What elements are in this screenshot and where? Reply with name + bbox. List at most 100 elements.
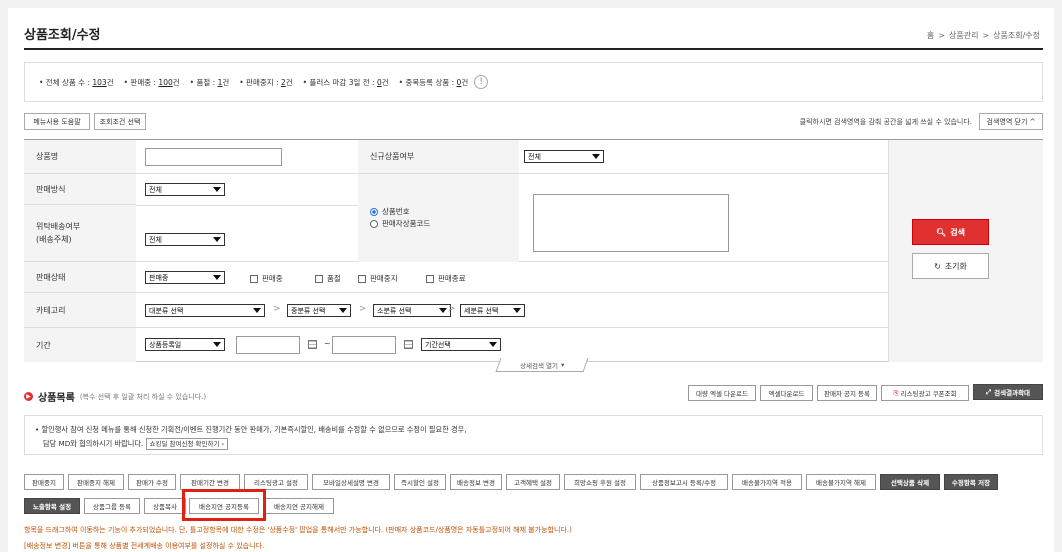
label-category: 카테고리 — [24, 293, 136, 327]
action-display-settings[interactable]: 노출항목 설정 — [24, 498, 80, 514]
summary-plus-deadline: • 플러스 마감 3일 전 : 0건 — [302, 77, 389, 87]
category-detail-select[interactable]: 세분류 선택 — [460, 304, 525, 317]
summary-total-count[interactable]: 103 — [92, 78, 106, 87]
page: 상품조회/수정 홈 > 상품관리 > 상품조회/수정 • 전체 상품 수 : 103건 … — [8, 8, 1054, 552]
row-status: 판매상태 판매중 판매중 품절 판매중지 판매종료 — [24, 262, 888, 293]
label-sale-method: 판매방식 — [24, 174, 136, 205]
seller-notice-button[interactable]: 판매자 공지 등록 — [817, 385, 877, 401]
period-type-select[interactable]: 상품등록일 — [145, 338, 225, 351]
bullet-arrow-icon: ▶ — [24, 392, 33, 401]
more-search-toggle[interactable]: 상세검색 열기 ▾ — [495, 358, 589, 372]
summary-on-sale: • 판매중 : 100건 — [123, 77, 180, 87]
action-mobile-desc[interactable]: 모바일상세설명 변경 — [312, 474, 390, 490]
note-drag: 항목을 드래그하여 이동하는 기능이 추가되었습니다. 단, 틀고정항목에 대한… — [24, 526, 572, 534]
breadcrumb-current: 상품조회/수정 — [993, 31, 1040, 40]
action-copy-product[interactable]: 상품복사 — [144, 498, 186, 514]
radio-unchecked-icon[interactable] — [370, 220, 378, 228]
calendar-icon[interactable] — [308, 340, 317, 349]
label-period: 기간 — [24, 328, 136, 362]
check-suspended[interactable]: 판매중지 — [358, 273, 398, 284]
summary-on-sale-count[interactable]: 100 — [158, 78, 172, 87]
breadcrumb-sep: > — [938, 31, 945, 40]
action-shipping-info[interactable]: 배송정보 변경 — [450, 474, 502, 490]
notice-box: • 할인행사 참여 신청 메뉴를 통해 신청한 기획전/이벤트 진행기간 동안 … — [24, 415, 1043, 455]
bulk-excel-download-button[interactable]: 대량 엑셀 다운로드 — [688, 385, 756, 401]
page-title: 상품조회/수정 — [24, 28, 101, 43]
coupon-icon: ⎘ — [893, 388, 899, 397]
search-form: 상품명 신규상품여부 전체 판매방식 전체 위탁배송여부 (배송주체) 전체 상품… — [24, 139, 1043, 362]
chevron-right-icon: > — [448, 304, 456, 314]
new-product-select[interactable]: 전체 — [524, 150, 604, 163]
row-period: 기간 상품등록일 ~ 기간선택 — [24, 328, 888, 362]
label-new-product: 신규상품여부 — [358, 140, 519, 173]
listing-ad-coupon-button[interactable]: ⎘ 리스팅광고 쿠폰조회 — [881, 385, 969, 401]
breadcrumb: 홈 > 상품관리 > 상품조회/수정 — [925, 30, 1042, 41]
action-suspend[interactable]: 판매중지 — [24, 474, 64, 490]
refresh-icon: ↻ — [934, 261, 941, 271]
collapse-search-button[interactable]: 검색영역 닫기 ^ — [979, 113, 1043, 130]
checkbox-icon — [426, 274, 434, 283]
action-price-edit[interactable]: 판매가 수정 — [128, 474, 176, 490]
sale-method-select[interactable]: 전체 — [145, 183, 225, 196]
action-instant-discount[interactable]: 즉시할인 설정 — [394, 474, 446, 490]
status-select[interactable]: 판매중 — [145, 271, 225, 284]
action-save-edits[interactable]: 수정항목 저장 — [944, 474, 998, 490]
action-delay-notice-release[interactable]: 배송지연 공지해제 — [264, 498, 334, 514]
action-undeliverable-apply[interactable]: 배송불가지역 적용 — [732, 474, 802, 490]
chevron-down-icon: ▾ — [561, 360, 565, 369]
row-category: 카테고리 대분류 선택 > 중분류 선택 > 소분류 선택 > 세분류 선택 — [24, 293, 888, 328]
product-list-title: ▶ 상품목록 (복수 선택 후 일괄 처리 하실 수 있습니다.) — [24, 389, 206, 404]
product-id-textarea[interactable] — [533, 194, 729, 252]
checkbox-icon — [315, 274, 323, 283]
highlight-box — [182, 489, 266, 521]
check-ended[interactable]: 판매종료 — [426, 273, 466, 284]
period-separator: ~ — [324, 339, 331, 348]
action-unsuspend[interactable]: 판매중지 해제 — [68, 474, 124, 490]
title-divider — [24, 48, 1043, 50]
summary-duplicate: • 중복등록 상품 : 0건 — [398, 77, 469, 87]
search-button[interactable]: 🔍︎ 검색 — [912, 219, 989, 245]
action-undeliverable-release[interactable]: 배송불가지역 해제 — [806, 474, 876, 490]
category-large-select[interactable]: 대분류 선택 — [145, 304, 265, 317]
period-select[interactable]: 기간선택 — [421, 338, 501, 351]
breadcrumb-product-mgmt[interactable]: 상품관리 — [949, 31, 978, 40]
radio-seller-code[interactable]: 판매자상품코드 — [370, 218, 430, 230]
breadcrumb-home[interactable]: 홈 — [927, 31, 934, 40]
action-hope-shopping[interactable]: 희망쇼핑 후원 설정 — [564, 474, 636, 490]
radio-product-no[interactable]: 상품번호 — [370, 206, 430, 218]
action-product-info-notice[interactable]: 상품정보고시 등록/수정 — [640, 474, 728, 490]
action-customer-benefit[interactable]: 고객혜택 설정 — [506, 474, 560, 490]
radio-checked-icon[interactable] — [370, 208, 378, 216]
label-consign: 위탁배송여부 (배송주체) — [24, 205, 136, 261]
expand-results-button[interactable]: ⤢ 검색결과확대 — [973, 384, 1043, 400]
id-type-cell: 상품번호 판매자상품코드 — [358, 174, 519, 262]
check-sold-out[interactable]: 품절 — [315, 273, 341, 284]
info-icon[interactable]: ! — [474, 75, 489, 89]
reset-button[interactable]: ↻ 초기화 — [912, 253, 989, 279]
shocking-deal-button[interactable]: 쇼킹딜 참여신청 확인하기 › — [145, 438, 229, 450]
excel-download-button[interactable]: 엑셀다운로드 — [760, 385, 813, 401]
action-group-register[interactable]: 상품그룹 등록 — [84, 498, 140, 514]
note-shipping: [배송정보 변경] 버튼을 통해 상품별 전세계배송 이용여부를 설정하실 수 … — [24, 542, 265, 550]
category-mid-select[interactable]: 중분류 선택 — [287, 304, 351, 317]
category-small-select[interactable]: 소분류 선택 — [373, 304, 451, 317]
product-name-input[interactable] — [145, 148, 282, 166]
action-listing-ad[interactable]: 리스팅광고 설정 — [244, 474, 308, 490]
summary-suspended: • 판매중지 : 2건 — [239, 77, 293, 87]
menu-help-button[interactable]: 메뉴사용 도움말 — [24, 113, 90, 130]
collapse-hint: 클릭하시면 검색영역을 감춰 공간을 넓게 쓰실 수 있습니다. — [799, 118, 972, 126]
action-period-edit[interactable]: 판매기간 변경 — [180, 474, 240, 490]
consign-select[interactable]: 전체 — [145, 233, 225, 246]
search-actions-panel — [888, 140, 1043, 362]
notice-line-1: • 할인행사 참여 신청 메뉴를 통해 신청한 기획전/이벤트 진행기간 동안 … — [35, 425, 467, 434]
action-delete-selected[interactable]: 선택상품 삭제 — [880, 474, 940, 490]
check-on-sale[interactable]: 판매중 — [250, 273, 283, 284]
search-condition-button[interactable]: 조회조건 선택 — [94, 113, 146, 130]
start-date-input[interactable] — [236, 336, 300, 354]
summary-sold-out: • 품절 : 1건 — [189, 77, 230, 87]
end-date-input[interactable] — [332, 336, 396, 354]
row-product-name: 상품명 신규상품여부 전체 — [24, 140, 888, 174]
summary-bar: • 전체 상품 수 : 103건 • 판매중 : 100건 • 품절 : 1건 … — [24, 62, 1043, 102]
chevron-right-icon: > — [359, 304, 367, 314]
calendar-icon[interactable] — [404, 340, 413, 349]
